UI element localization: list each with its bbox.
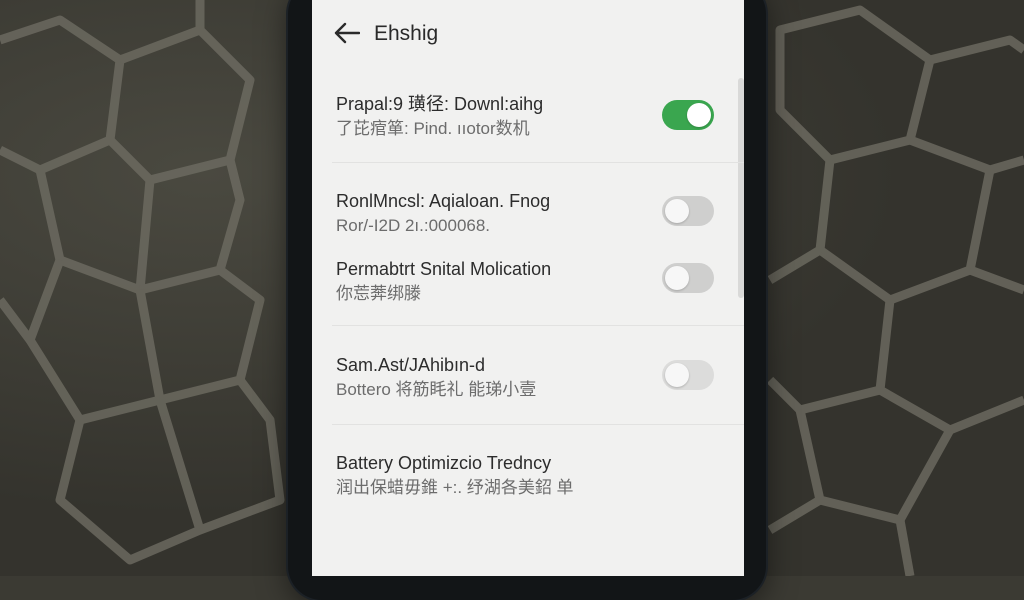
setting-toggle[interactable]	[662, 263, 714, 293]
setting-toggle[interactable]	[662, 100, 714, 130]
setting-subtitle: Ror/-I2D 2ı.:000068.	[336, 216, 491, 235]
divider	[332, 162, 744, 163]
setting-toggle[interactable]	[662, 196, 714, 226]
setting-label: Battery Optimizcio Tredncy	[336, 453, 552, 473]
page-title: Ehshig	[374, 22, 439, 45]
setting-toggle[interactable]	[662, 360, 714, 390]
setting-subtitle: Bottero 将筋眊礼 能珶小壹	[336, 380, 537, 399]
toggle-knob	[665, 199, 689, 223]
app-header: Ehshig	[312, 0, 744, 70]
toggle-knob	[665, 266, 689, 290]
settings-screen: Ehshig Prapal:9 璜径: Downl:aihg 了芘痯箪: Pin…	[312, 0, 744, 576]
setting-subtitle: 润出保蜡毋錐 +:. 纾湖各美鉊 单	[336, 478, 574, 497]
divider	[332, 325, 744, 326]
toggle-knob	[665, 363, 689, 387]
divider	[332, 424, 744, 425]
arrow-left-icon	[334, 22, 361, 49]
scrollbar[interactable]	[738, 78, 744, 298]
back-button[interactable]	[332, 20, 362, 50]
setting-subtitle: 你莣莾绑滕	[336, 284, 421, 303]
setting-row[interactable]: Battery Optimizcio Tredncy 润出保蜡毋錐 +:. 纾湖…	[336, 452, 606, 499]
toggle-knob	[687, 103, 711, 127]
